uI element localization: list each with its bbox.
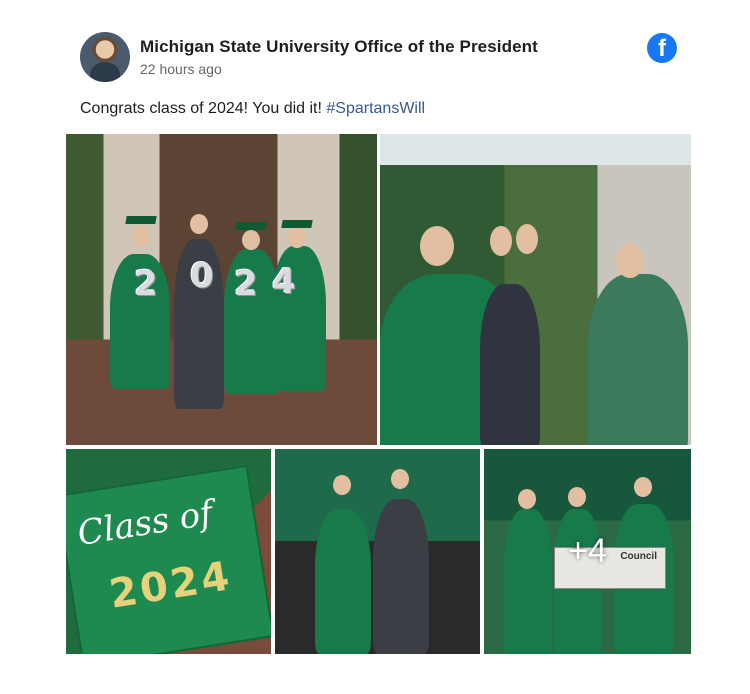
cap-script-text: Class of	[74, 493, 216, 554]
photo-high-five[interactable]	[380, 134, 691, 445]
face	[616, 244, 644, 278]
more-photos-count: +4	[568, 532, 607, 570]
avatar[interactable]	[80, 32, 130, 82]
balloon-digit: 2	[234, 264, 258, 304]
person-figure	[588, 274, 688, 445]
more-photos-overlay[interactable]: +4	[484, 449, 691, 654]
face	[288, 228, 306, 248]
hashtag-link[interactable]: #SpartansWill	[326, 100, 425, 117]
face	[242, 230, 260, 250]
face	[190, 214, 208, 234]
cap-board: Class of 2024	[66, 464, 271, 654]
caption-text: Congrats class of 2024! You did it!	[80, 100, 327, 117]
post-timestamp[interactable]: 22 hours ago	[140, 61, 222, 77]
page-name[interactable]: Michigan State University Office of the …	[140, 37, 538, 57]
grad-cap	[125, 216, 157, 224]
face	[391, 469, 409, 489]
graduate-figure	[315, 509, 371, 654]
photo-graduates-balloons[interactable]: 2 0 2 4	[66, 134, 377, 445]
face	[420, 226, 454, 266]
balloon-digit: 2	[134, 264, 158, 304]
post-caption: Congrats class of 2024! You did it! #Spa…	[80, 100, 425, 118]
facebook-post: Michigan State University Office of the …	[0, 0, 750, 694]
face	[132, 226, 150, 246]
hand	[490, 226, 512, 256]
photo-diploma-handshake[interactable]	[275, 449, 480, 654]
facebook-icon[interactable]: f	[647, 33, 677, 63]
balloon-digit: 4	[272, 262, 296, 302]
hand	[516, 224, 538, 254]
grad-cap	[235, 222, 267, 230]
person-figure	[480, 284, 540, 445]
photo-decorated-cap[interactable]: Class of 2024	[66, 449, 271, 654]
cap-year-text: 2024	[106, 552, 236, 618]
face	[333, 475, 351, 495]
balloon-digit: 0	[190, 256, 214, 296]
grad-cap	[281, 220, 313, 228]
graduate-figure	[373, 499, 429, 654]
